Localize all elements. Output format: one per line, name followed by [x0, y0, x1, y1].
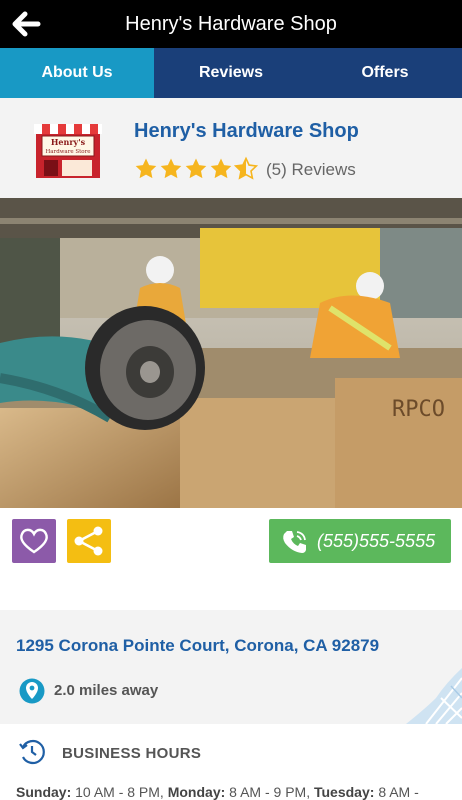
page-title: Henry's Hardware Shop	[125, 13, 337, 35]
hours-time: 10 AM - 8 PM,	[75, 784, 164, 800]
call-button[interactable]: (555)555-5555	[269, 519, 451, 563]
tab-about-us[interactable]: About Us	[0, 48, 154, 98]
star-icon	[135, 158, 157, 179]
hours-day: Sunday:	[16, 784, 72, 800]
tab-bar: About Us Reviews Offers	[0, 48, 462, 98]
star-icon	[210, 158, 232, 179]
business-hours-section: BUSINESS HOURS Sunday: 10 AM - 8 PM, Mon…	[0, 724, 462, 800]
location-pin-icon	[19, 678, 45, 704]
address-text[interactable]: 1295 Corona Pointe Court, Corona, CA 928…	[16, 636, 379, 656]
hero-photo: RPCO	[0, 198, 462, 508]
map-thumbnail[interactable]	[406, 668, 462, 724]
tab-reviews[interactable]: Reviews	[154, 48, 308, 98]
address-section: 1295 Corona Pointe Court, Corona, CA 928…	[0, 610, 462, 724]
distance-text: 2.0 miles away	[54, 682, 159, 699]
heart-icon	[20, 528, 48, 554]
phone-number: (555)555-5555	[317, 531, 436, 551]
star-half-icon	[234, 156, 258, 180]
tab-offers[interactable]: Offers	[308, 48, 462, 98]
phone-icon	[283, 531, 306, 553]
crate-text: RPCO	[392, 397, 445, 422]
reviews-count[interactable]: (5) Reviews	[266, 160, 356, 180]
hours-day: Monday:	[167, 784, 226, 800]
logo-text-line1: Henry's	[51, 137, 86, 147]
share-icon	[74, 526, 103, 556]
hours-day: Tuesday:	[313, 784, 375, 800]
hours-time: 8 AM - 9 PM,	[229, 784, 311, 800]
star-icon	[160, 158, 182, 179]
business-hours-list: Sunday: 10 AM - 8 PM, Monday: 8 AM - 9 P…	[16, 784, 419, 800]
business-header: Henry's Hardware Store Henry's Hardware …	[0, 98, 462, 198]
store-logo: Henry's Hardware Store	[34, 124, 102, 178]
business-hours-title: BUSINESS HOURS	[62, 745, 202, 762]
clock-icon	[19, 739, 45, 765]
favorite-button[interactable]	[12, 519, 56, 563]
business-name: Henry's Hardware Shop	[134, 120, 359, 142]
top-bar: Henry's Hardware Shop	[0, 0, 462, 48]
hours-time: 8 AM -	[378, 784, 419, 800]
star-rating	[134, 156, 259, 182]
logo-text-line2: Hardware Store	[45, 149, 90, 155]
share-button[interactable]	[67, 519, 111, 563]
star-icon	[185, 158, 207, 179]
action-row: (555)555-5555	[0, 508, 462, 574]
